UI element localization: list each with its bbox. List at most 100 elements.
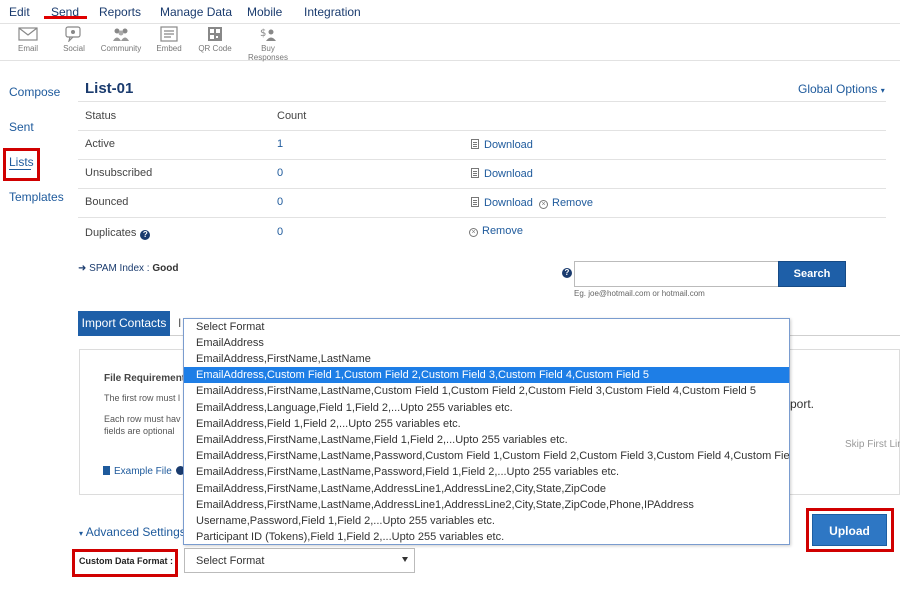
requirement-line: The first row must l (104, 393, 181, 403)
sidebar-item-sent[interactable]: Sent (9, 120, 34, 134)
header-status: Status (85, 110, 117, 122)
download-bounced-link[interactable]: Download (471, 197, 533, 209)
row-bounced-count[interactable]: 0 (277, 196, 283, 208)
chevron-down-icon (402, 557, 408, 562)
divider (78, 217, 886, 218)
divider (78, 188, 886, 189)
upload-button[interactable]: Upload (812, 514, 887, 546)
subnav-embed[interactable]: Embed (155, 26, 183, 53)
nav-integration[interactable]: Integration (304, 5, 361, 19)
dropdown-option[interactable]: Participant ID (Tokens),Field 1,Field 2,… (184, 529, 789, 544)
community-icon (113, 28, 129, 41)
nav-edit[interactable]: Edit (9, 5, 30, 19)
dropdown-option[interactable]: EmailAddress,Language,Field 1,Field 2,..… (184, 400, 789, 416)
dropdown-option[interactable]: EmailAddress,FirstName,LastName,Custom F… (184, 383, 789, 399)
row-duplicates-label: Duplicates (85, 227, 137, 239)
row-bounced-status: Bounced (85, 196, 129, 208)
download-unsubscribed-link[interactable]: Download (471, 168, 533, 180)
subnav-email-label: Email (17, 44, 38, 53)
help-icon[interactable]: ? (562, 268, 572, 278)
dropdown-option[interactable]: Username,Password,Field 1,Field 2,...Upt… (184, 513, 789, 529)
caret-down-icon: ▾ (880, 86, 885, 95)
buy-responses-icon: $ (260, 28, 276, 41)
divider (78, 130, 886, 131)
subnav-buy-responses-label: Buy Responses (247, 44, 289, 62)
subnav-social[interactable]: Social (59, 26, 89, 53)
subnav-community-label: Community (100, 44, 142, 53)
dropdown-option[interactable]: EmailAddress,Field 1,Field 2,...Upto 255… (184, 416, 789, 432)
dropdown-option[interactable]: EmailAddress,FirstName,LastName,Password… (184, 448, 789, 464)
subnav-qr-code-label: QR Code (198, 44, 232, 53)
caret-down-icon: ▾ (79, 529, 84, 538)
port-text: port. (790, 397, 815, 411)
row-active-count[interactable]: 1 (277, 138, 283, 150)
embed-icon (160, 26, 178, 42)
page-title: List-01 (85, 80, 134, 97)
dropdown-option[interactable]: EmailAddress,FirstName,LastName,AddressL… (184, 497, 789, 513)
requirement-line: Each row must hav (104, 414, 181, 424)
subnav-community[interactable]: Community (99, 26, 143, 53)
dropdown-option[interactable]: Select Format (184, 319, 789, 335)
spam-label: SPAM Index : (89, 263, 150, 274)
dropdown-option-highlighted[interactable]: EmailAddress,Custom Field 1,Custom Field… (184, 367, 789, 383)
global-options-menu[interactable]: Global Options ▾ (798, 82, 885, 96)
divider (78, 101, 886, 102)
example-file-link[interactable]: Example File (103, 466, 172, 477)
remove-duplicates-link[interactable]: × Remove (469, 225, 523, 237)
advanced-settings-label: Advanced Settings (85, 525, 186, 539)
tab-partial[interactable]: I (178, 316, 181, 330)
sidebar-item-compose[interactable]: Compose (9, 85, 60, 99)
select-value: Select Format (196, 555, 265, 567)
subnav-email[interactable]: Email (14, 26, 42, 53)
example-file-label: Example File (114, 466, 172, 477)
subnav-qr-code[interactable]: QR Code (198, 26, 232, 53)
tab-import-contacts[interactable]: Import Contacts (78, 311, 170, 336)
top-nav: Edit Send Reports Manage Data Mobile Int… (0, 0, 900, 24)
dropdown-option[interactable]: EmailAddress (184, 335, 789, 351)
lists-highlight-box (3, 148, 40, 181)
sidebar-item-templates[interactable]: Templates (9, 190, 64, 204)
row-unsubscribed-count[interactable]: 0 (277, 167, 283, 179)
custom-data-format-label: Custom Data Format : (79, 556, 174, 566)
nav-mobile[interactable]: Mobile (247, 5, 282, 19)
format-dropdown-list[interactable]: Select Format EmailAddress EmailAddress,… (183, 318, 790, 545)
search-input[interactable] (574, 261, 779, 287)
nav-manage-data[interactable]: Manage Data (160, 5, 232, 19)
document-icon (103, 466, 110, 475)
row-unsubscribed-status: Unsubscribed (85, 167, 153, 179)
envelope-icon (18, 27, 38, 41)
divider (78, 159, 886, 160)
sub-nav: Email Social Community Embed QR Code $ B… (0, 24, 900, 62)
document-icon (471, 168, 479, 178)
subnav-buy-responses[interactable]: $ Buy Responses (240, 26, 296, 62)
row-duplicates-status: Duplicates? (85, 227, 151, 240)
advanced-settings-toggle[interactable]: ▾ Advanced Settings (79, 525, 186, 539)
dropdown-option[interactable]: EmailAddress,FirstName,LastName,Password… (184, 464, 789, 480)
send-active-underline (44, 16, 87, 19)
custom-data-format-select[interactable]: Select Format (184, 548, 415, 573)
requirement-line: fields are optional (104, 426, 175, 436)
dropdown-option[interactable]: EmailAddress,FirstName,LastName (184, 351, 789, 367)
dropdown-option[interactable]: EmailAddress,FirstName,LastName,AddressL… (184, 481, 789, 497)
skip-first-line-label[interactable]: Skip First Lin (845, 439, 900, 450)
file-requirements-title: File Requirement (104, 373, 186, 384)
download-active-link[interactable]: Download (471, 139, 533, 151)
search-hint: Eg. joe@hotmail.com or hotmail.com (574, 289, 705, 298)
row-duplicates-count[interactable]: 0 (277, 226, 283, 238)
social-icon (65, 26, 81, 42)
spam-value: Good (152, 263, 179, 274)
subnav-embed-label: Embed (156, 44, 182, 53)
help-icon[interactable]: ? (140, 230, 151, 240)
download-label: Download (484, 197, 533, 209)
spam-index[interactable]: ➜ SPAM Index : Good (78, 263, 178, 274)
document-icon (471, 139, 479, 149)
nav-reports[interactable]: Reports (99, 5, 141, 19)
row-active-status: Active (85, 138, 115, 150)
qr-code-icon (208, 27, 222, 41)
dropdown-option[interactable]: EmailAddress,FirstName,LastName,Field 1,… (184, 432, 789, 448)
close-circle-icon: × (539, 200, 548, 209)
search-button[interactable]: Search (778, 261, 846, 287)
document-icon (471, 197, 479, 207)
remove-label: Remove (482, 225, 523, 237)
remove-bounced-link[interactable]: × Remove (539, 197, 593, 209)
